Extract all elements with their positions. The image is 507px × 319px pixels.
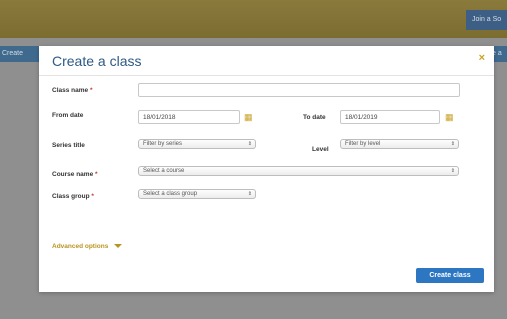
series-select[interactable]: Filter by series ⇕ — [138, 139, 256, 149]
select-arrows-icon: ⇕ — [450, 141, 455, 147]
title-divider — [39, 75, 494, 76]
from-date-input[interactable]: 18/01/2018 — [138, 110, 240, 124]
course-name-label: Course name * — [52, 171, 98, 178]
select-arrows-icon: ⇕ — [247, 141, 252, 147]
class-group-label: Class group * — [52, 193, 94, 200]
to-date-label: To date — [303, 114, 326, 121]
class-group-select[interactable]: Select a class group ⇕ — [138, 189, 256, 199]
calendar-icon[interactable]: ▦ — [244, 113, 254, 122]
course-select[interactable]: Select a course ⇕ — [138, 166, 459, 176]
class-name-label: Class name * — [52, 87, 93, 94]
calendar-icon[interactable]: ▦ — [445, 113, 455, 122]
select-arrows-icon: ⇕ — [450, 168, 455, 174]
triangle-down-icon — [114, 244, 123, 249]
class-name-input[interactable] — [138, 83, 460, 97]
advanced-options-toggle[interactable]: Advanced options — [52, 243, 123, 250]
create-class-dialog: Create a class × Class name * From date … — [39, 46, 494, 292]
series-title-label: Series title — [52, 142, 85, 149]
app-topbar — [0, 0, 507, 38]
level-select[interactable]: Filter by level ⇕ — [340, 139, 459, 149]
select-arrows-icon: ⇕ — [247, 191, 252, 197]
close-icon[interactable]: × — [479, 52, 485, 64]
to-date-input[interactable]: 18/01/2019 — [340, 110, 440, 124]
dialog-title: Create a class — [52, 53, 142, 69]
bg-create-link[interactable]: Create — [2, 46, 23, 62]
from-date-label: From date — [52, 112, 84, 119]
join-button[interactable]: Join a So — [466, 10, 507, 30]
level-label: Level — [312, 146, 329, 153]
create-class-button[interactable]: Create class — [416, 268, 484, 283]
